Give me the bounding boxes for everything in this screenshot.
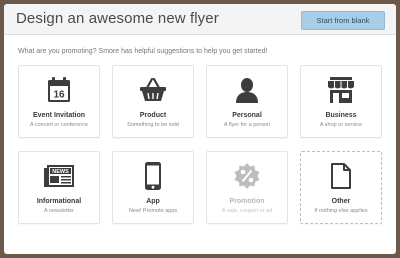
- card-subtitle: Something to be sold: [127, 122, 179, 128]
- smartphone-icon: [113, 162, 193, 190]
- card-title: Other: [331, 198, 351, 205]
- card-app[interactable]: App New! Promote apps: [112, 151, 194, 224]
- card-subtitle: New! Promote apps: [128, 208, 178, 214]
- card-title: Business: [325, 112, 357, 119]
- newspaper-label: NEWS: [52, 169, 69, 175]
- flyer-type-dialog: Design an awesome new flyer Start from b…: [4, 4, 396, 254]
- dialog-subtitle: What are you promoting? Smore has helpfu…: [18, 48, 268, 55]
- document-icon: [301, 163, 381, 189]
- card-subtitle: A concert or conference: [29, 122, 89, 128]
- calendar-icon: 16: [19, 77, 99, 103]
- card-title: Informational: [36, 198, 82, 205]
- percent-badge-icon: [207, 163, 287, 189]
- card-subtitle: A flyer for a person: [223, 122, 271, 128]
- card-title: Promotion: [229, 198, 265, 205]
- card-subtitle: A shop or service: [319, 122, 363, 128]
- card-title: Product: [139, 112, 167, 119]
- card-title: Personal: [232, 112, 262, 119]
- card-event-invitation[interactable]: 16 Event Invitation A concert or confere…: [18, 65, 100, 138]
- card-subtitle: If nothing else applies: [314, 208, 368, 214]
- storefront-icon: [301, 77, 381, 103]
- card-personal[interactable]: Personal A flyer for a person: [206, 65, 288, 138]
- dialog-title: Design an awesome new flyer: [16, 10, 219, 27]
- card-subtitle: A sale, coupon or ad: [221, 208, 273, 214]
- shopping-basket-icon: [113, 77, 193, 103]
- card-title: App: [146, 198, 160, 205]
- person-icon: [207, 77, 287, 103]
- card-other[interactable]: Other If nothing else applies: [300, 151, 382, 224]
- card-title: Event Invitation: [32, 112, 86, 119]
- newspaper-icon: NEWS: [19, 163, 99, 189]
- card-business[interactable]: Business A shop or service: [300, 65, 382, 138]
- start-from-blank-button[interactable]: Start from blank: [301, 11, 385, 30]
- card-informational[interactable]: NEWS Informational A newsletter: [18, 151, 100, 224]
- card-subtitle: A newsletter: [44, 208, 74, 214]
- calendar-day-number: 16: [53, 90, 65, 101]
- card-product[interactable]: Product Something to be sold: [112, 65, 194, 138]
- card-promotion: Promotion A sale, coupon or ad: [206, 151, 288, 224]
- dialog-header: Design an awesome new flyer Start from b…: [4, 4, 396, 35]
